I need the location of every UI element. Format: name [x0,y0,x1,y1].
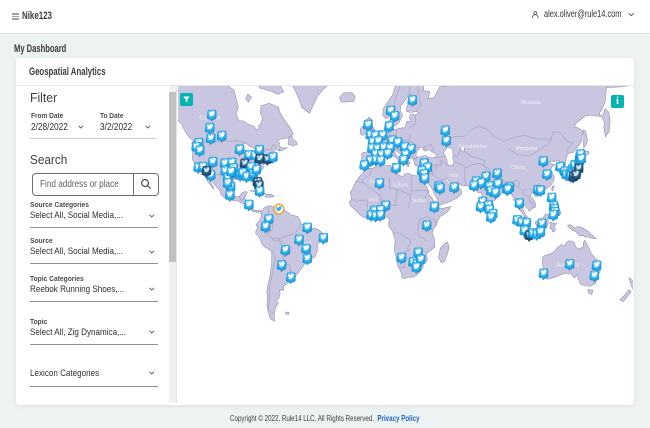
svg-text:China: China [511,165,526,171]
svg-text:Sudan: Sudan [412,198,427,204]
svg-text:Libya: Libya [394,182,408,188]
svg-text:Mongolia: Mongolia [516,146,538,152]
svg-text:Russia: Russia [522,100,541,106]
svg-text:Kazakhstan: Kazakhstan [459,144,487,150]
svg-text:Iran: Iran [449,173,458,179]
svg-text:Mali: Mali [369,197,379,203]
